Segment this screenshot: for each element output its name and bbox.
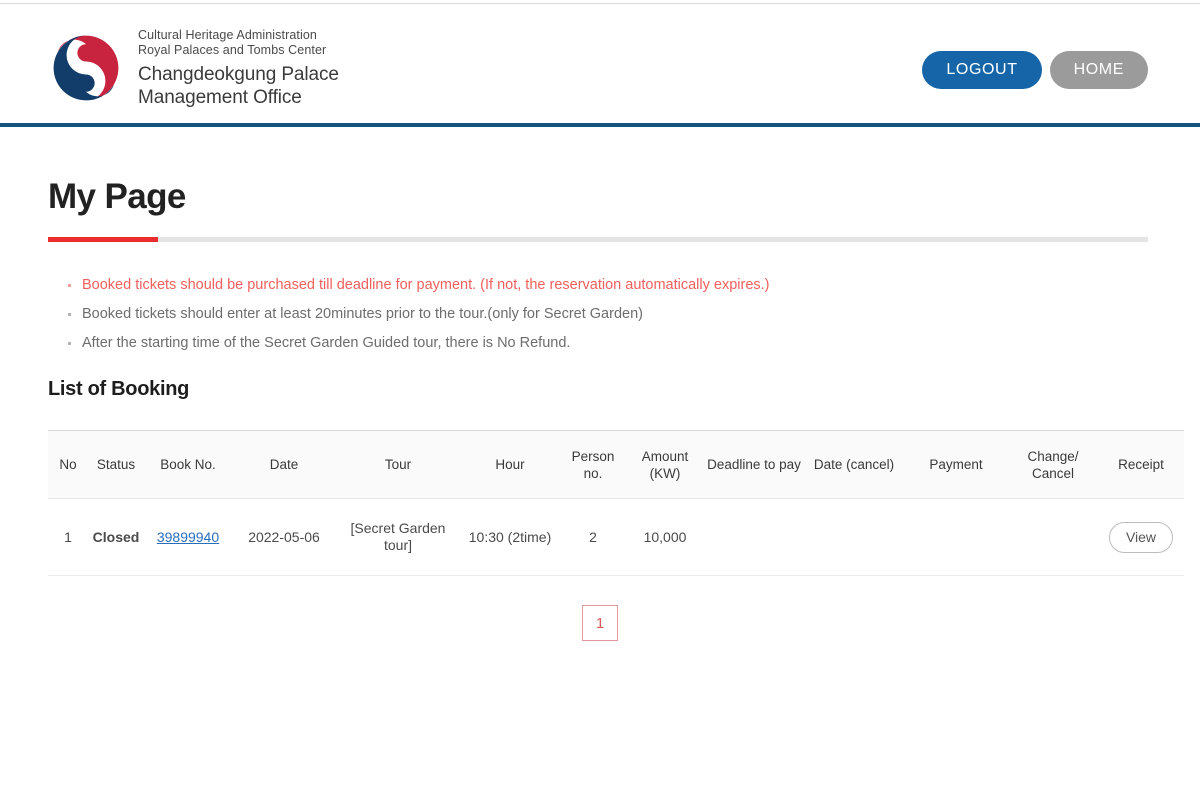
header-actions: LOGOUT HOME [922, 51, 1148, 89]
brand-text: Cultural Heritage Administration Royal P… [138, 26, 339, 109]
col-header-status: Status [88, 430, 144, 499]
notice-item: After the starting time of the Secret Ga… [68, 329, 1148, 358]
col-header-date-cancel: Date (cancel) [804, 430, 904, 499]
brand-logo-block[interactable]: Cultural Heritage Administration Royal P… [48, 26, 339, 109]
cell-change-cancel [1008, 498, 1098, 576]
cell-person-no: 2 [560, 498, 626, 576]
cell-status: Closed [88, 498, 144, 576]
cell-payment [904, 498, 1008, 576]
col-header-person-no: Person no. [560, 430, 626, 499]
notice-text: Booked tickets should enter at least 20m… [82, 306, 643, 322]
cell-tour: [Secret Garden tour] [336, 498, 460, 576]
pagination-page-1[interactable]: 1 [582, 605, 618, 641]
cell-receipt: View [1098, 498, 1184, 576]
cell-book-no: 39899940 [144, 498, 232, 576]
cell-no: 1 [48, 498, 88, 576]
booking-table-body: 1 Closed 39899940 2022-05-06 [Secret Gar… [48, 498, 1184, 576]
col-header-payment: Payment [904, 430, 1008, 499]
bullet-icon [68, 342, 71, 345]
col-header-hour: Hour [460, 430, 560, 499]
bullet-icon [68, 284, 71, 287]
notice-list: Booked tickets should be purchased till … [68, 271, 1148, 358]
title-underline [48, 237, 1148, 242]
booking-number-link[interactable]: 39899940 [157, 529, 219, 545]
booking-table-head: No Status Book No. Date Tour Hour Person… [48, 430, 1184, 499]
cell-amount: 10,000 [626, 498, 704, 576]
home-button[interactable]: HOME [1049, 51, 1148, 89]
page-title: My Page [48, 177, 186, 216]
taegeuk-government-emblem-icon [53, 35, 119, 100]
col-header-book-no: Book No. [144, 430, 232, 499]
col-header-deadline: Deadline to pay [704, 430, 804, 499]
cell-hour: 10:30 (2time) [460, 498, 560, 576]
notice-text: Booked tickets should be purchased till … [82, 277, 770, 293]
pagination: 1 [0, 605, 1200, 641]
cell-deadline-to-pay [704, 498, 804, 576]
bullet-icon [68, 313, 71, 316]
table-header-row: No Status Book No. Date Tour Hour Person… [48, 430, 1184, 499]
col-header-no: No [48, 430, 88, 499]
col-header-tour: Tour [336, 430, 460, 499]
view-receipt-button[interactable]: View [1108, 521, 1174, 553]
site-header: Cultural Heritage Administration Royal P… [0, 4, 1200, 123]
title-underline-accent [48, 237, 158, 242]
col-header-amount: Amount (KW) [626, 430, 704, 499]
table-row: 1 Closed 39899940 2022-05-06 [Secret Gar… [48, 498, 1184, 576]
notice-text: After the starting time of the Secret Ga… [82, 335, 571, 351]
notice-item: Booked tickets should be purchased till … [68, 271, 1148, 300]
org-line-1: Cultural Heritage Administration [138, 28, 317, 42]
page-body: My Page Booked tickets should be purchas… [0, 127, 1200, 800]
notice-item: Booked tickets should enter at least 20m… [68, 300, 1148, 329]
office-line-1: Changdeokgung Palace [138, 64, 339, 85]
col-header-receipt: Receipt [1098, 430, 1184, 499]
booking-section-title: List of Booking [48, 378, 190, 400]
booking-table: No Status Book No. Date Tour Hour Person… [48, 430, 1184, 576]
office-line-2: Management Office [138, 87, 302, 108]
col-header-date: Date [232, 430, 336, 499]
cell-date-cancel [804, 498, 904, 576]
col-header-change-cancel: Change/ Cancel [1008, 430, 1098, 499]
org-line-2: Royal Palaces and Tombs Center [138, 43, 327, 57]
cell-date: 2022-05-06 [232, 498, 336, 576]
logout-button[interactable]: LOGOUT [922, 51, 1042, 89]
